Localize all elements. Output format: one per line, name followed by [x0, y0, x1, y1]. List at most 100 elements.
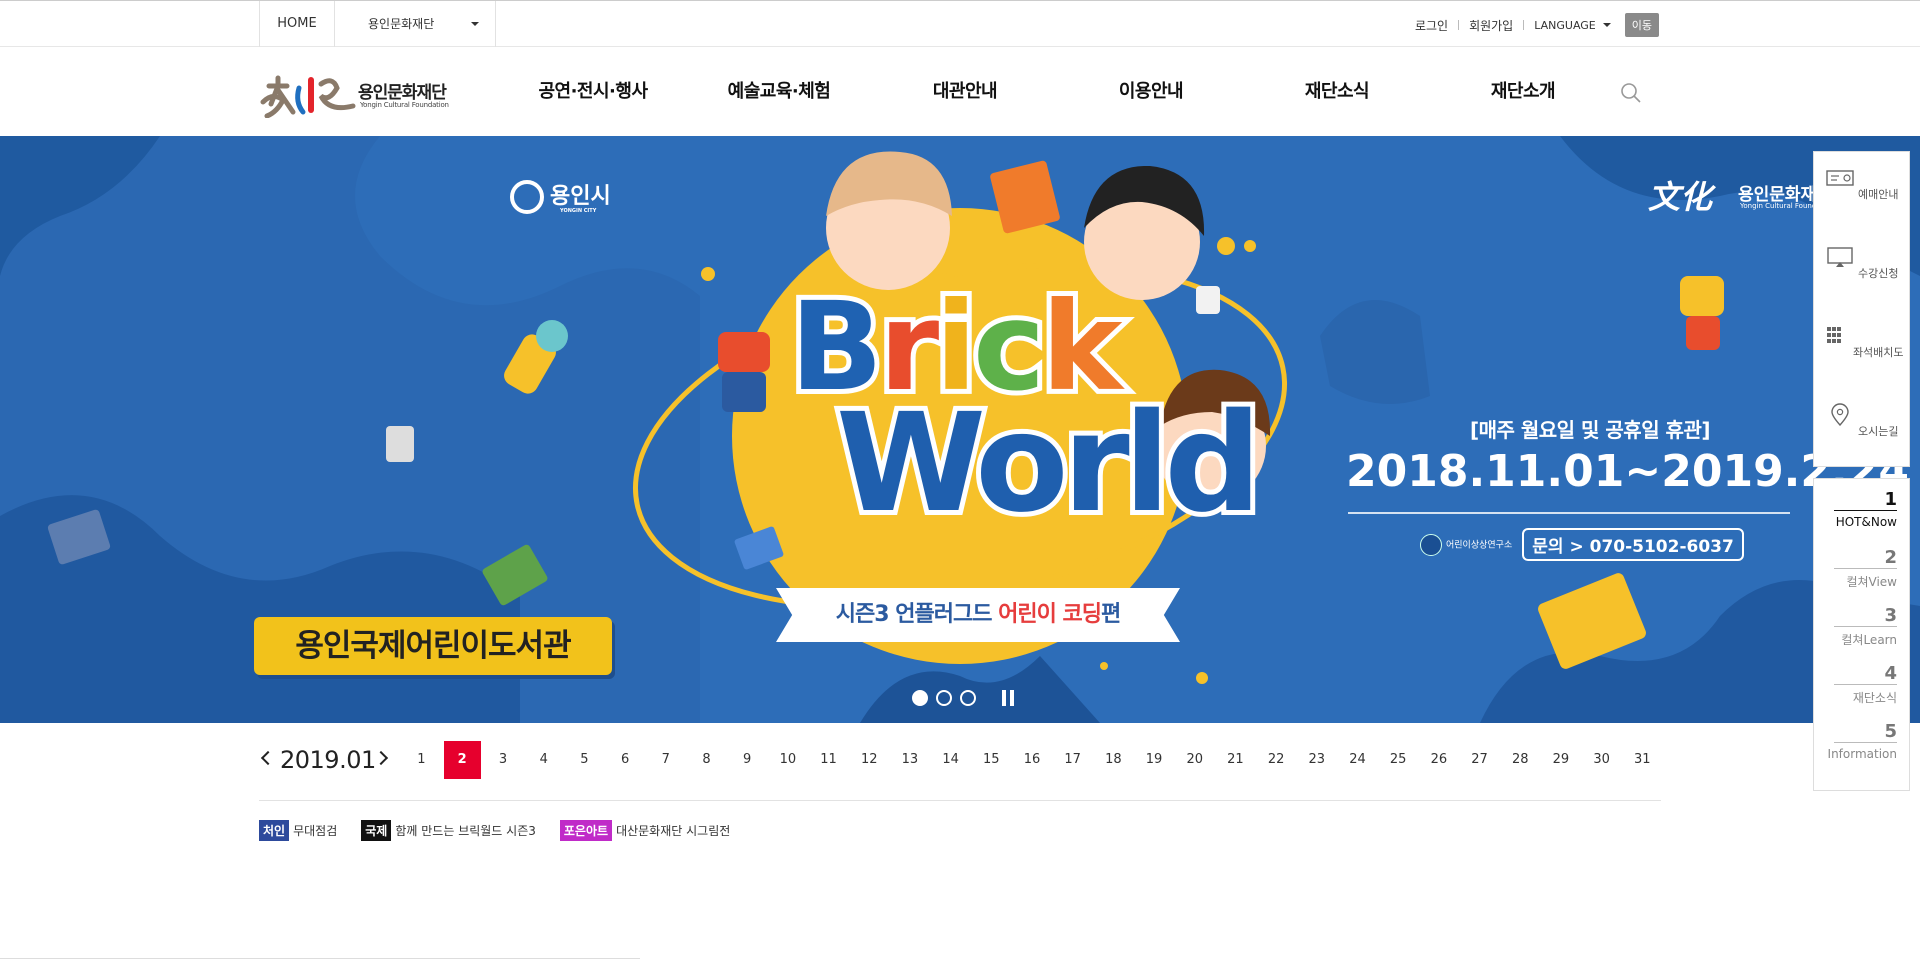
- city-logo: 용인시 YONGIN CITY: [510, 178, 611, 214]
- site-select[interactable]: 용인문화재단: [335, 1, 496, 47]
- slide-dot[interactable]: [912, 690, 928, 706]
- ribbon-highlight: 어린이 코딩: [998, 602, 1102, 627]
- section-number: 3: [1884, 605, 1897, 626]
- login-link[interactable]: 로그인: [1415, 17, 1448, 34]
- main-navigation: 공연·전시·행사 예술교육·체험 대관안내 이용안내 재단소식 재단소개: [500, 48, 1616, 136]
- calendar-day[interactable]: 11: [808, 741, 849, 779]
- section-news[interactable]: 4 재단소식: [1814, 653, 1909, 711]
- banner-ribbon: 시즌3 언플러그드 어린이 코딩편: [776, 588, 1180, 642]
- day-list: 1 2 3 4 5 6 7 8 9 10 11 12 13 14 15 16 17 18 19 20 21 22 23 24 2…: [401, 741, 1663, 779]
- calendar-day[interactable]: 7: [645, 741, 686, 779]
- event-title: 함께 만드는 브릭월드 시즌3: [395, 824, 536, 838]
- quick-ticket[interactable]: 예매안내: [1814, 152, 1909, 231]
- calendar-day[interactable]: 17: [1052, 741, 1093, 779]
- banner-title-world: World: [831, 385, 1267, 543]
- current-month: 2019.01: [280, 746, 376, 774]
- pause-icon[interactable]: [1002, 690, 1014, 706]
- venue-tag: 처인: [259, 820, 290, 841]
- closed-notice: [매주 월요일 및 공휴일 휴관]: [1469, 418, 1711, 442]
- calendar-day[interactable]: 16: [1012, 741, 1053, 779]
- quick-course[interactable]: 수강신청: [1814, 231, 1909, 310]
- calendar-day[interactable]: 13: [890, 741, 931, 779]
- calendar-day[interactable]: 1: [401, 741, 442, 779]
- event-item[interactable]: 처인 무대점검: [259, 820, 337, 841]
- section-hot-now[interactable]: 1 HOT&Now: [1814, 479, 1909, 537]
- join-link[interactable]: 회원가입: [1469, 17, 1513, 34]
- calendar-day[interactable]: 29: [1541, 741, 1582, 779]
- calendar-day[interactable]: 28: [1500, 741, 1541, 779]
- divider: [1834, 568, 1897, 569]
- calendar-day[interactable]: 4: [523, 741, 564, 779]
- nav-guide[interactable]: 이용안내: [1058, 48, 1244, 136]
- event-item[interactable]: 포은아트 대산문화재단 시그림전: [559, 820, 730, 841]
- site-logo[interactable]: 용인문화재단 Yongin Cultural Foundation: [259, 72, 459, 118]
- calendar-day[interactable]: 15: [971, 741, 1012, 779]
- header: 용인문화재단 Yongin Cultural Foundation 공연·전시·…: [0, 48, 1920, 136]
- organizer-logo-icon: [1420, 533, 1442, 556]
- section-culture-view[interactable]: 2 컬쳐View: [1814, 537, 1909, 595]
- exhibition-period: 2018.11.01~2019.2.24: [1346, 446, 1909, 497]
- language-select[interactable]: LANGUAGE: [1534, 19, 1611, 32]
- slide-dot[interactable]: [936, 690, 952, 706]
- calendar-day[interactable]: 5: [564, 741, 605, 779]
- calendar-day[interactable]: 21: [1215, 741, 1256, 779]
- divider: [1834, 510, 1897, 511]
- divider: [1834, 684, 1897, 685]
- calendar-day[interactable]: 6: [605, 741, 646, 779]
- calendar-day[interactable]: 14: [930, 741, 971, 779]
- date-strip: 2019.01 1 2 3 4 5 6 7 8 9 10 11 12 13 14 15 16 17 18 19 20 2…: [259, 741, 1659, 781]
- move-button[interactable]: 이동: [1624, 13, 1659, 37]
- calendar-day[interactable]: 3: [483, 741, 524, 779]
- foundation-logo-mark: 文化: [1648, 178, 1713, 216]
- quick-label: 예매안내: [1858, 188, 1899, 201]
- chevron-right-icon[interactable]: [373, 750, 389, 766]
- nav-performance[interactable]: 공연·전시·행사: [500, 48, 686, 136]
- calendar-day[interactable]: 9: [727, 741, 768, 779]
- quick-seat[interactable]: 좌석배치도: [1814, 310, 1909, 389]
- venue-tag: 국제: [361, 820, 392, 841]
- calendar-day[interactable]: 12: [849, 741, 890, 779]
- quick-directions[interactable]: 오시는길: [1814, 389, 1909, 468]
- calendar-day[interactable]: 27: [1459, 741, 1500, 779]
- calendar-day[interactable]: 2: [443, 741, 481, 779]
- calendar-day[interactable]: 20: [1174, 741, 1215, 779]
- calendar-day[interactable]: 8: [686, 741, 727, 779]
- quick-label: 오시는길: [1858, 425, 1899, 438]
- main-banner[interactable]: 용인시 YONGIN CITY 文化 용인문화재단 Yongin Cultura…: [0, 136, 1920, 723]
- nav-news[interactable]: 재단소식: [1244, 48, 1430, 136]
- calendar-day[interactable]: 30: [1581, 741, 1622, 779]
- nav-rental[interactable]: 대관안내: [872, 48, 1058, 136]
- calendar-day[interactable]: 10: [768, 741, 809, 779]
- calendar-day[interactable]: 18: [1093, 741, 1134, 779]
- quick-label: 좌석배치도: [1852, 346, 1904, 359]
- ribbon-pre: 시즌3 언플러그드: [835, 602, 999, 627]
- event-item[interactable]: 국제 함께 만드는 브릭월드 시즌3: [361, 820, 536, 841]
- nav-about[interactable]: 재단소개: [1430, 48, 1616, 136]
- city-logo-icon: [510, 180, 544, 214]
- section-label: 컬쳐Learn: [1841, 633, 1897, 647]
- search-icon[interactable]: [1620, 82, 1642, 104]
- calendar-day[interactable]: 31: [1622, 741, 1663, 779]
- section-navigator: 1 HOT&Now 2 컬쳐View 3 컬쳐Learn 4 재단소식 5 In…: [1813, 478, 1910, 791]
- chevron-left-icon[interactable]: [260, 750, 276, 766]
- calendar-day[interactable]: 22: [1256, 741, 1297, 779]
- section-label: 재단소식: [1852, 691, 1897, 705]
- nav-education[interactable]: 예술교육·체험: [686, 48, 872, 136]
- section-number: 2: [1884, 547, 1897, 568]
- divider: [1523, 20, 1525, 30]
- calendar-day[interactable]: 19: [1134, 741, 1175, 779]
- location-pin-icon: [1830, 403, 1849, 427]
- calendar-day[interactable]: 26: [1419, 741, 1460, 779]
- event-title: 무대점검: [293, 824, 338, 838]
- divider: [0, 958, 640, 959]
- section-information[interactable]: 5 Information: [1814, 711, 1909, 769]
- calendar-day[interactable]: 23: [1296, 741, 1337, 779]
- calendar-day[interactable]: 24: [1337, 741, 1378, 779]
- home-link[interactable]: HOME: [259, 1, 335, 47]
- slide-dot[interactable]: [960, 690, 976, 706]
- section-culture-learn[interactable]: 3 컬쳐Learn: [1814, 595, 1909, 653]
- calendar-day[interactable]: 25: [1378, 741, 1419, 779]
- screen-icon: [1826, 247, 1853, 267]
- contact-phone: 문의 > 070-5102-6037: [1522, 528, 1744, 561]
- slide-indicator: [912, 690, 1014, 706]
